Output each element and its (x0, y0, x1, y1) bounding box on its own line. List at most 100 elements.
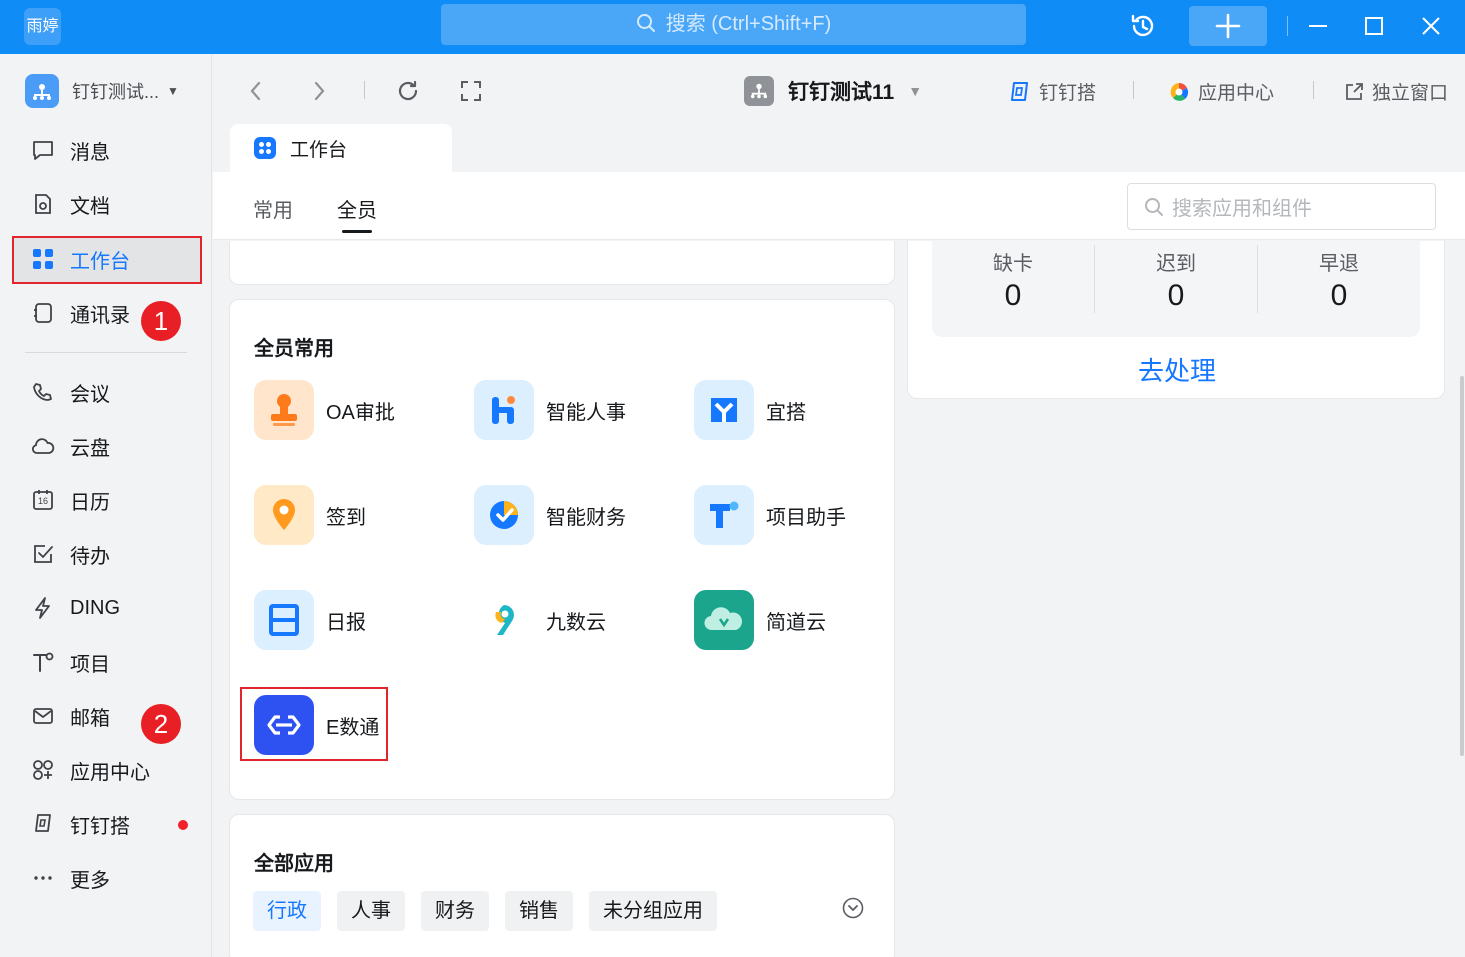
smart-hr-icon (474, 380, 534, 440)
stat-label: 迟到 (1156, 253, 1196, 275)
workbench-icon (30, 246, 56, 272)
handle-button[interactable]: 去处理 (908, 351, 1446, 388)
stat-early-leave[interactable]: 早退 0 (1258, 241, 1420, 337)
oa-approval-icon (254, 380, 314, 440)
stat-late[interactable]: 迟到 0 (1095, 241, 1257, 337)
sidebar-item-messages[interactable]: 消息 (30, 135, 110, 165)
app-jiandaoyun[interactable]: 简道云 (694, 590, 826, 650)
sidebar-item-label: 待办 (70, 545, 110, 568)
org-center-name: 钉钉测试11 (788, 81, 895, 104)
maximize-icon (1365, 17, 1383, 35)
app-label: 智能人事 (546, 401, 626, 424)
sidebar-item-contacts[interactable]: 通讯录 (30, 298, 130, 328)
close-button[interactable] (1413, 6, 1449, 46)
app-search-input[interactable]: 搜索应用和组件 (1127, 183, 1436, 230)
app-daily-report[interactable]: 日报 (254, 590, 366, 650)
ding-icon (30, 595, 56, 621)
org-selector[interactable]: 钉钉测试11 ▼ (744, 76, 922, 106)
forward-button[interactable] (306, 78, 332, 104)
app-label: 宜搭 (766, 401, 806, 424)
sidebar-item-project[interactable]: 项目 (30, 647, 110, 677)
chevron-right-icon (314, 81, 325, 101)
app-jiushuyun[interactable]: 九数云 (474, 590, 606, 650)
app-smart-hr[interactable]: 智能人事 (474, 380, 626, 440)
caret-down-icon: ▼ (167, 84, 179, 98)
stat-label: 早退 (1319, 253, 1359, 275)
annotation-badge-2: 2 (141, 704, 181, 744)
all-apps-card: 全部应用 行政 人事 财务 销售 未分组应用 (229, 814, 895, 957)
sidebar-item-cloud-drive[interactable]: 云盘 (30, 431, 110, 461)
sidebar-item-label: 工作台 (70, 250, 130, 273)
app-oa-approval[interactable]: OA审批 (254, 380, 395, 440)
notification-dot (178, 820, 188, 830)
fullscreen-button[interactable] (458, 78, 484, 104)
stat-label: 缺卡 (993, 253, 1033, 275)
common-apps-card: 全员常用 OA审批 智能人事 宜搭 签到 智能财务 项目助手 日报 九数云 简道… (229, 299, 895, 800)
tab-label: 工作台 (290, 139, 348, 161)
category-chip-hr[interactable]: 人事 (337, 891, 405, 931)
back-button[interactable] (243, 78, 269, 104)
sidebar: 钉钉测试... ▼ 消息 文档 工作台 通讯录 1 会议 云盘 16 日历 待办 (0, 54, 212, 957)
refresh-button[interactable] (395, 78, 421, 104)
app-checkin[interactable]: 签到 (254, 485, 366, 545)
global-search-placeholder: 搜索 (Ctrl+Shift+F) (665, 13, 832, 35)
app-smart-finance[interactable]: 智能财务 (474, 485, 626, 545)
active-tab-indicator (342, 230, 372, 233)
tab-workbench[interactable]: 工作台 (230, 124, 452, 172)
sidebar-item-workbench[interactable]: 工作台 (30, 244, 130, 274)
plus-icon (1215, 13, 1241, 39)
sidebar-item-app-center[interactable]: 应用中心 (30, 755, 150, 785)
attendance-card: 缺卡 0 迟到 0 早退 0 去处理 (907, 241, 1445, 399)
subtab-all-staff[interactable]: 全员 (337, 194, 377, 223)
workbench-content: 常用 全员 搜索应用和组件 全员常用 OA审批 智能人事 宜搭 签到 智能财务 … (213, 172, 1465, 957)
toolbar-divider (364, 81, 365, 99)
search-icon (1145, 197, 1163, 216)
refresh-icon (398, 80, 418, 101)
minimize-button[interactable] (1300, 6, 1336, 46)
org-switcher[interactable]: 钉钉测试... ▼ (25, 74, 179, 108)
create-button[interactable] (1189, 6, 1267, 46)
sidebar-item-label: 钉钉搭 (70, 815, 130, 838)
user-avatar[interactable]: 雨婷 (24, 8, 61, 45)
sidebar-item-label: 项目 (70, 653, 110, 676)
stat-value: 0 (1004, 279, 1022, 312)
previous-card-bottom (229, 241, 895, 285)
toolbar-link-dingda[interactable]: 钉钉搭 (1007, 78, 1096, 105)
dingda-icon (1007, 80, 1031, 104)
app-yida[interactable]: 宜搭 (694, 380, 806, 440)
title-bar: 雨婷 搜索 (Ctrl+Shift+F) (0, 0, 1465, 54)
toolbar-link-label: 应用中心 (1198, 83, 1275, 104)
expand-categories-button[interactable] (842, 897, 864, 924)
sidebar-item-docs[interactable]: 文档 (30, 189, 110, 219)
sidebar-item-meeting[interactable]: 会议 (30, 377, 110, 407)
subtab-frequent[interactable]: 常用 (253, 194, 293, 223)
category-chip-ungrouped[interactable]: 未分组应用 (589, 891, 717, 931)
sidebar-item-todo[interactable]: 待办 (30, 539, 110, 569)
toolbar-link-new-window[interactable]: 独立窗口 (1344, 78, 1448, 105)
category-chip-sales[interactable]: 销售 (505, 891, 573, 931)
card-title: 全员常用 (254, 338, 334, 360)
app-label: OA审批 (326, 401, 395, 424)
history-button[interactable] (1124, 6, 1162, 46)
toolbar-link-app-center[interactable]: 应用中心 (1168, 78, 1274, 105)
calendar-icon: 16 (30, 487, 56, 513)
scrollbar[interactable] (1460, 376, 1464, 756)
sidebar-item-dingda[interactable]: 钉钉搭 (30, 809, 130, 839)
app-project-assistant[interactable]: 项目助手 (694, 485, 846, 545)
app-label: 九数云 (546, 611, 606, 634)
sidebar-item-mail[interactable]: 邮箱 (30, 701, 110, 731)
global-search[interactable]: 搜索 (Ctrl+Shift+F) (441, 4, 1026, 45)
stat-missing-card[interactable]: 缺卡 0 (932, 241, 1094, 337)
meeting-icon (30, 379, 56, 405)
sidebar-item-ding[interactable]: DING (30, 593, 120, 623)
toolbar-divider (1133, 81, 1134, 99)
category-chip-admin[interactable]: 行政 (253, 891, 321, 931)
maximize-button[interactable] (1356, 6, 1392, 46)
sidebar-item-more[interactable]: 更多 (30, 863, 110, 893)
app-center-icon (1168, 81, 1190, 103)
smart-finance-icon (474, 485, 534, 545)
stat-value: 0 (1167, 279, 1185, 312)
category-chip-finance[interactable]: 财务 (421, 891, 489, 931)
sidebar-item-calendar[interactable]: 16 日历 (30, 485, 110, 515)
annotation-badge-1: 1 (141, 301, 181, 341)
